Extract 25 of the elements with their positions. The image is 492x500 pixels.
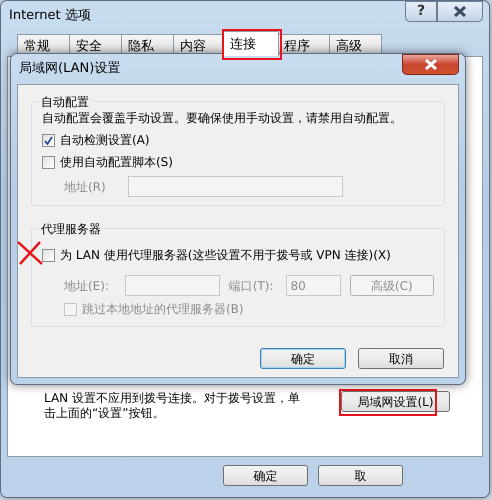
checkbox-label: 为 LAN 使用代理服务器(这些设置不用于拨号或 VPN 连接)(X)	[60, 247, 391, 264]
field-label: 地址(E):	[64, 278, 110, 294]
help-button[interactable]: ?	[405, 1, 437, 22]
close-icon	[424, 59, 438, 70]
close-button[interactable]	[402, 54, 459, 75]
checkbox-label: 跳过本地地址的代理服务器(B)	[82, 301, 244, 318]
close-icon	[453, 6, 467, 17]
field-label: 端口(T):	[228, 278, 274, 294]
checkbox[interactable]	[42, 156, 55, 168]
close-button[interactable]	[437, 1, 483, 22]
window-title: 局域网(LAN)设置	[18, 60, 120, 78]
check-icon	[44, 136, 53, 144]
checkbox-label: 使用自动配置脚本(S)	[60, 154, 173, 171]
field-label: 地址(R)	[64, 178, 107, 196]
cancel-button[interactable]: 取消	[358, 348, 444, 369]
window-title: Internet 选项	[8, 7, 91, 26]
checkbox[interactable]	[42, 134, 55, 146]
description-text: 自动配置会覆盖手动设置。要确保使用手动设置，请禁用自动配置。	[42, 111, 403, 126]
checkbox-label: 自动检测设置(A)	[60, 132, 150, 149]
group-label: 自动配置	[38, 93, 92, 111]
ok-button[interactable]: 确定	[223, 465, 308, 486]
info-text: LAN 设置不应用到拨号连接。对于拨号设置，单击上面的“设置”按钮。	[44, 391, 301, 421]
cancel-button[interactable]: 取	[318, 465, 403, 486]
ok-button[interactable]: 确定	[260, 348, 346, 369]
group-label: 代理服务器	[38, 220, 104, 238]
